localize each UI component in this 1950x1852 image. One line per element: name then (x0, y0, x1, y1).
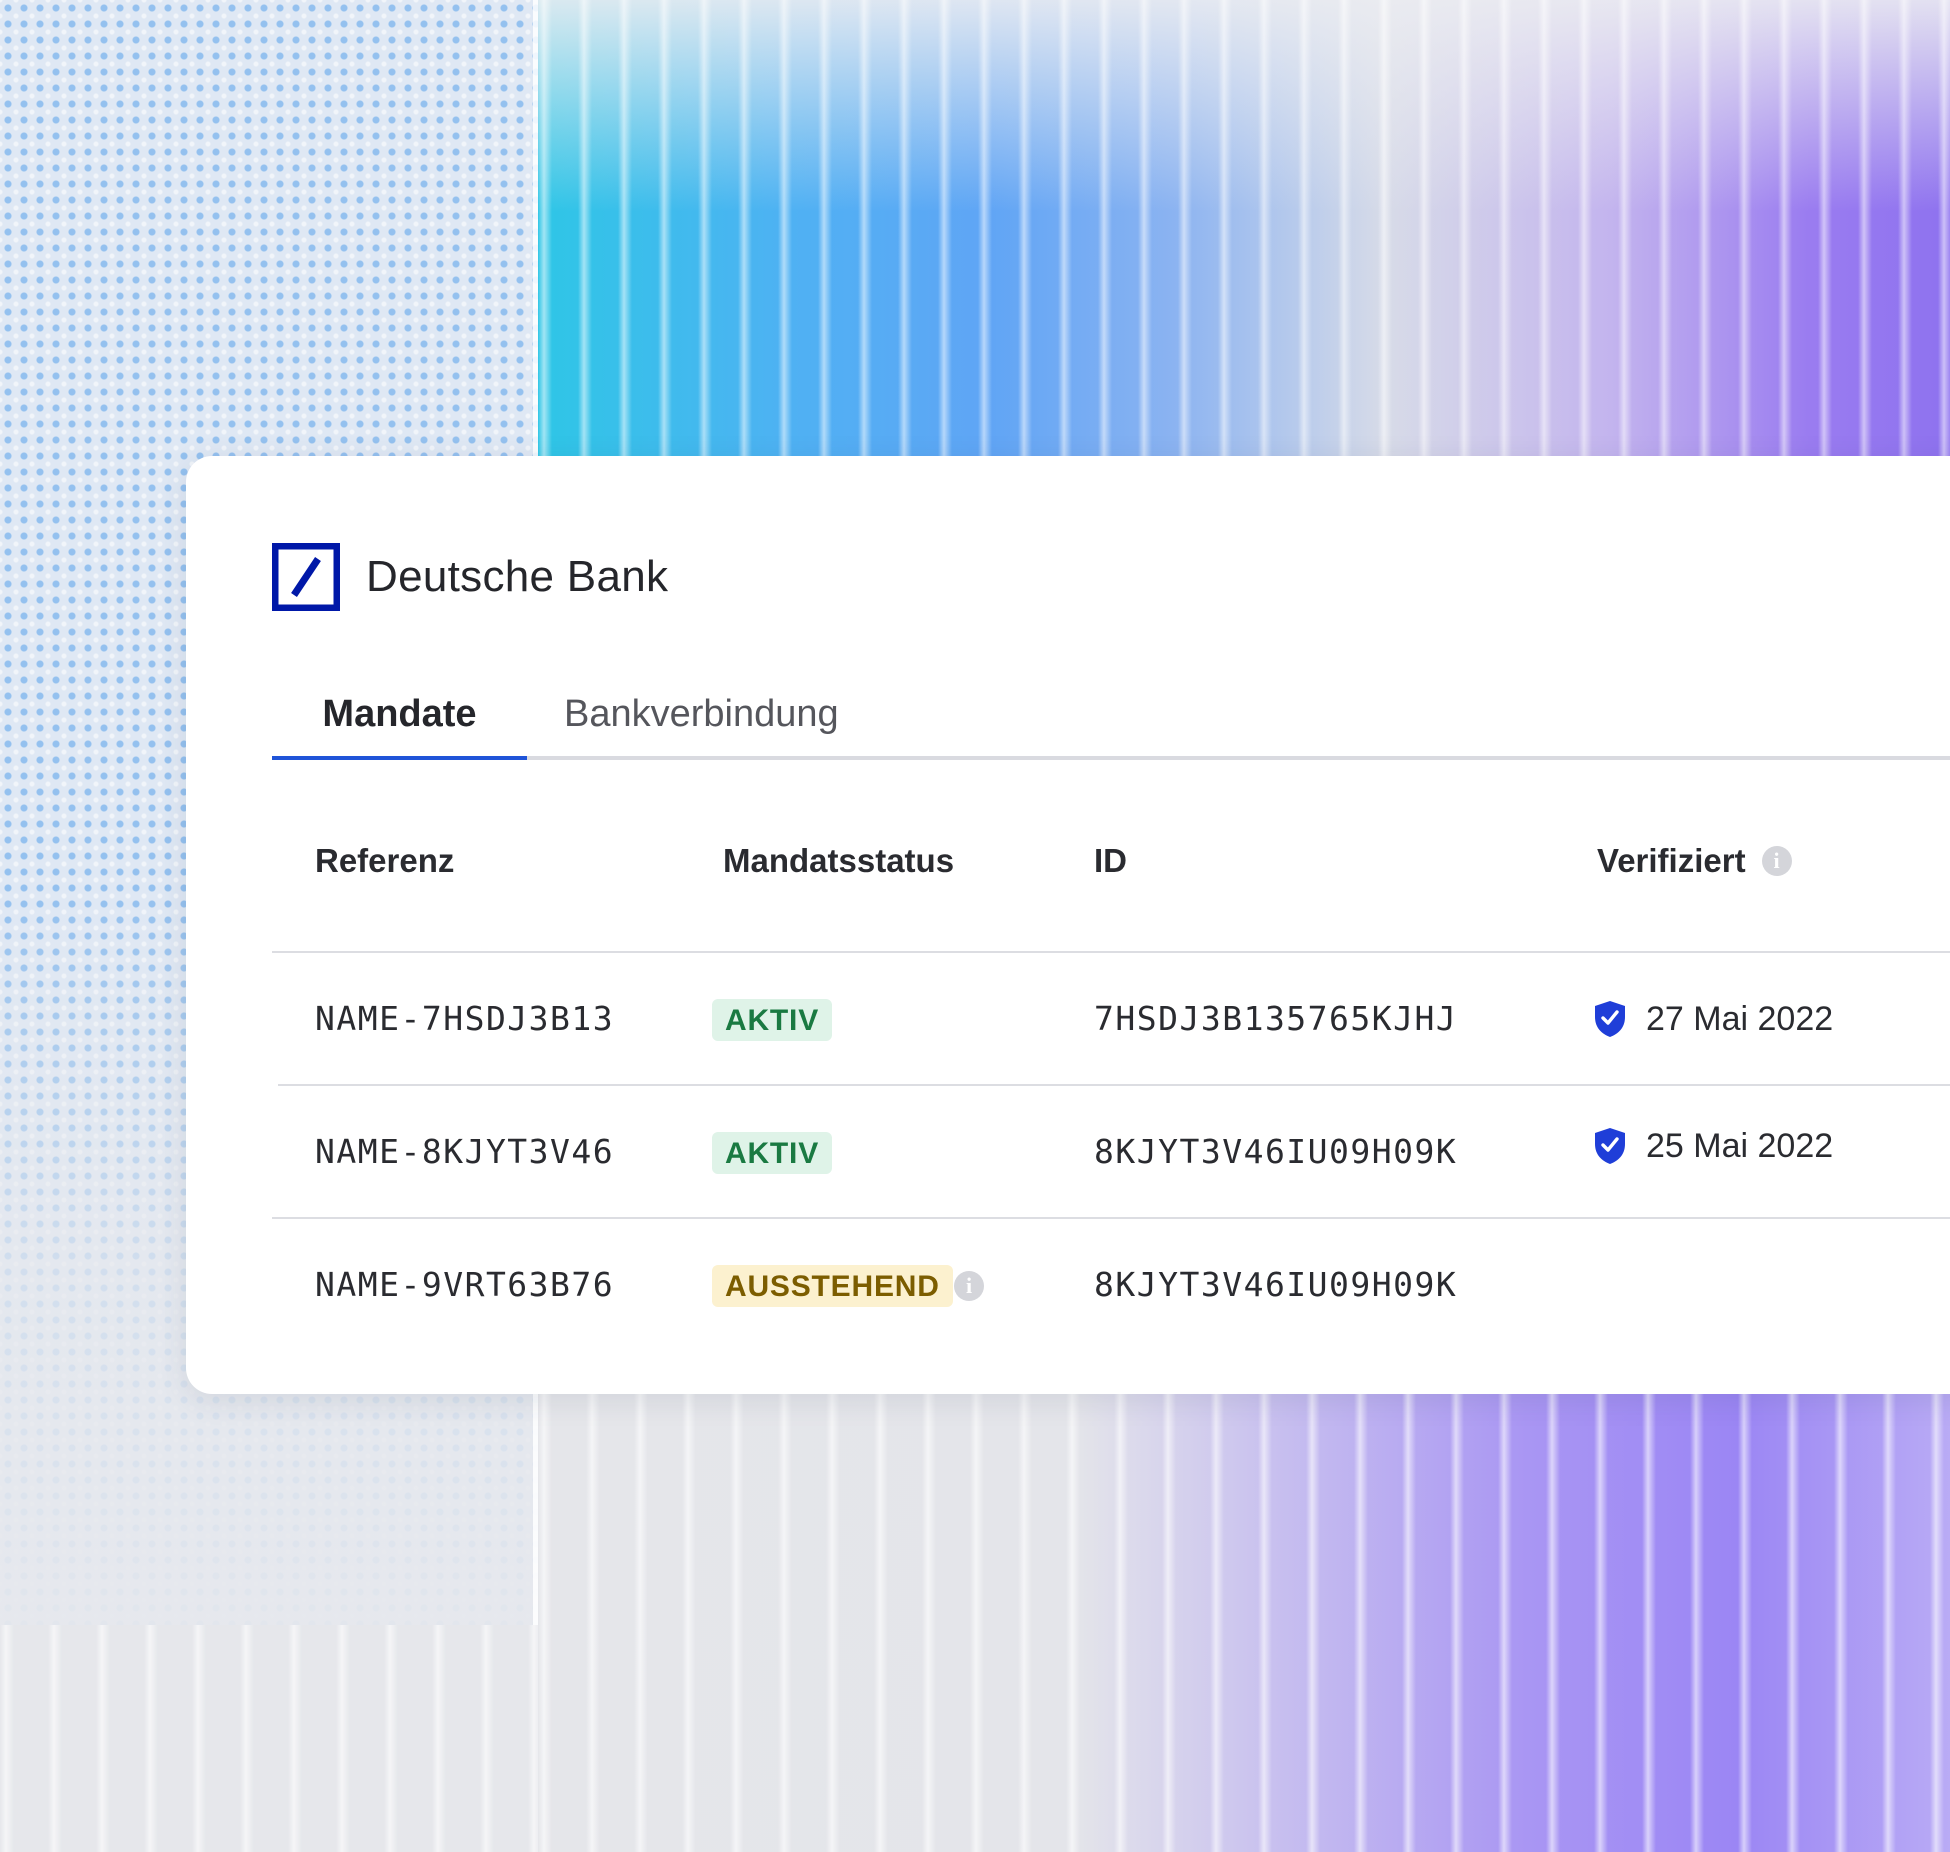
verified-cell: 27 Mai 2022 (1593, 984, 1833, 1054)
mandate-card: Deutsche Bank Mandate Bankverbindung Ref… (186, 456, 1950, 1394)
table-row[interactable]: NAME-7HSDJ3B13 AKTIV 7HSDJ3B135765KJHJ 2… (186, 984, 1950, 1054)
table-divider (278, 1084, 1950, 1086)
background-stripes-top (538, 0, 1950, 470)
id-cell: 8KJYT3V46IU09H09K (1094, 1132, 1458, 1171)
table-divider (272, 951, 1950, 953)
column-header-verified[interactable]: Verifiziert i (1597, 842, 1792, 880)
shield-check-icon (1595, 1001, 1625, 1037)
reference-cell: NAME-8KJYT3V46 (315, 1132, 615, 1171)
column-header-id[interactable]: ID (1094, 842, 1127, 880)
column-header-status[interactable]: Mandatsstatus (723, 842, 954, 880)
tab-bankverbindung[interactable]: Bankverbindung (564, 686, 839, 756)
bank-name: Deutsche Bank (366, 552, 669, 601)
background-stripes-bottom (538, 1394, 1950, 1852)
reference-cell: NAME-7HSDJ3B13 (315, 999, 615, 1038)
column-header-reference[interactable]: Referenz (315, 842, 454, 880)
shield-check-icon (1595, 1128, 1625, 1164)
id-cell: 8KJYT3V46IU09H09K (1094, 1265, 1458, 1304)
table-row[interactable]: NAME-9VRT63B76 AUSSTEHEND i 8KJYT3V46IU0… (186, 1250, 1950, 1320)
verified-cell: 25 Mai 2022 (1593, 1111, 1833, 1181)
reference-cell: NAME-9VRT63B76 (315, 1265, 615, 1304)
tab-bar: Mandate Bankverbindung (272, 686, 1950, 760)
column-header-verified-label: Verifiziert (1597, 842, 1746, 879)
bank-header: Deutsche Bank (272, 543, 668, 611)
status-badge: AKTIV (712, 1132, 832, 1174)
info-icon[interactable]: i (1761, 846, 1792, 876)
tab-mandate[interactable]: Mandate (272, 686, 527, 760)
table-divider (272, 1217, 1950, 1219)
status-badge: AUSSTEHEND (712, 1265, 953, 1307)
id-cell: 7HSDJ3B135765KJHJ (1094, 999, 1458, 1038)
info-icon[interactable]: i (954, 1271, 984, 1301)
verified-date: 25 Mai 2022 (1646, 1126, 1834, 1165)
status-badge: AKTIV (712, 999, 832, 1041)
background-stripes-bottom-left (0, 1625, 538, 1852)
deutsche-bank-logo (272, 543, 340, 611)
verified-date: 27 Mai 2022 (1646, 999, 1834, 1038)
table-row[interactable]: NAME-8KJYT3V46 AKTIV 8KJYT3V46IU09H09K 2… (186, 1117, 1950, 1187)
